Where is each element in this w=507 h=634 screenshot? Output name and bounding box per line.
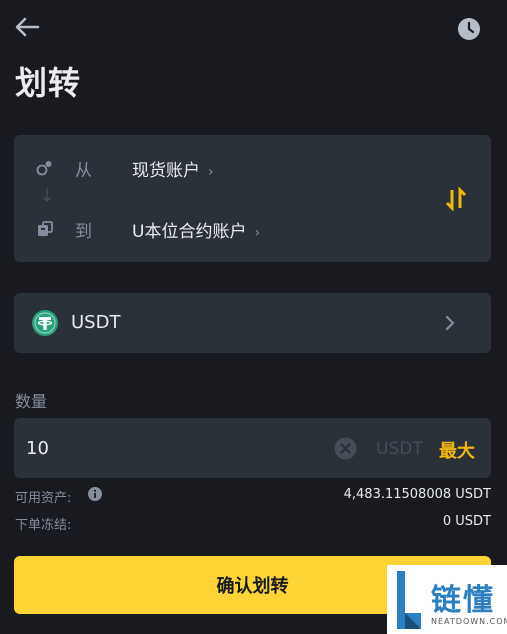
to-account-name: U本位合约账户 › (132, 221, 261, 242)
swap-icon (445, 187, 467, 211)
futures-icon (36, 220, 54, 238)
frozen-value: 0 USDT (442, 514, 491, 529)
history-clock-icon (458, 18, 480, 40)
watermark-text: 链懂 (431, 583, 495, 618)
down-arrow-icon (42, 188, 52, 203)
info-icon[interactable] (88, 487, 102, 501)
watermark-logo-icon (397, 571, 421, 629)
amount-input[interactable] (26, 418, 326, 478)
wallet-icon (36, 159, 54, 177)
from-account-selector[interactable]: 从 现货账户 › (14, 143, 414, 193)
transfer-card: 从 现货账户 › 到 U本位合约账户 › (14, 135, 491, 262)
clear-icon[interactable] (334, 437, 357, 460)
amount-unit: USDT (376, 439, 423, 459)
to-account-selector[interactable]: 到 U本位合约账户 › (14, 204, 414, 254)
page-title: 划转 (15, 64, 82, 102)
watermark: 链懂 NEATDOWN.COM (387, 565, 507, 634)
coin-selector[interactable]: USDT (14, 293, 491, 353)
watermark-subtext: NEATDOWN.COM (431, 617, 507, 626)
chevron-right-icon: › (208, 163, 214, 180)
available-value: 4,483.11508008 USDT (343, 487, 491, 502)
from-account-name: 现货账户 › (132, 160, 214, 181)
amount-field: USDT 最大 (14, 418, 491, 478)
tether-icon (32, 310, 58, 336)
chevron-right-icon: › (254, 224, 261, 241)
history-button[interactable] (454, 14, 484, 44)
frozen-label: 下单冻结: (15, 518, 72, 533)
back-button[interactable] (10, 10, 44, 44)
available-label: 可用资产: (15, 491, 72, 506)
back-arrow-icon (15, 17, 40, 37)
chevron-right-icon (445, 315, 455, 331)
swap-accounts-button[interactable] (442, 185, 470, 213)
max-button[interactable]: 最大 (439, 437, 475, 463)
amount-label: 数量 (15, 392, 48, 411)
confirm-transfer-label: 确认划转 (216, 576, 289, 597)
from-label: 从 (75, 160, 92, 181)
to-label: 到 (75, 221, 92, 242)
coin-name: USDT (71, 312, 121, 333)
